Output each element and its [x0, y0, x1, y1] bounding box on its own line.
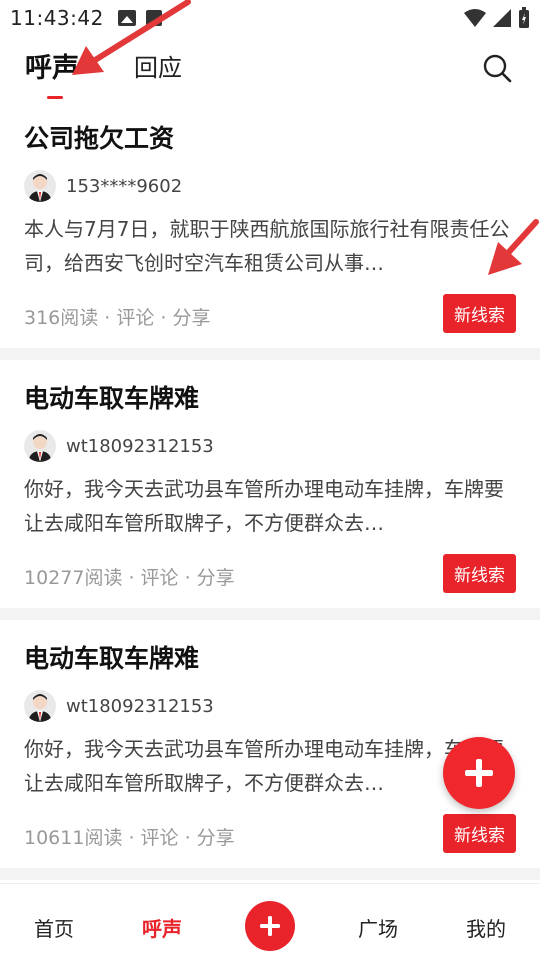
card-stats: 316阅读 · 评论 · 分享: [24, 306, 211, 329]
card-author: 153****9602: [24, 162, 516, 210]
status-bar: 11:43:42: [0, 0, 540, 36]
floating-add-button[interactable]: [443, 737, 515, 809]
document-icon: [145, 10, 162, 26]
card-body: 你好，我今天去武功县车管所办理电动车挂牌，车牌要让去咸阳车管所取牌子，不方便群众…: [24, 477, 504, 535]
author-name: wt18092312153: [66, 435, 214, 457]
top-tab-bar: 呼声 回应: [0, 36, 540, 100]
wifi-icon: [464, 9, 486, 27]
nav-square[interactable]: 广场: [358, 913, 398, 942]
nav-mine[interactable]: 我的: [466, 913, 506, 942]
card-divider: [0, 868, 540, 880]
card-title: 电动车取车牌难: [24, 384, 200, 413]
new-lead-button[interactable]: 新线索: [443, 294, 516, 333]
feed-card[interactable]: 公司拖欠工资 153****9602 本人与7月7日，就职于陕西航旅国际旅行社有…: [0, 100, 540, 348]
bottom-nav: 首页 呼声 广场 我的: [0, 883, 540, 960]
card-body: 本人与7月7日，就职于陕西航旅国际旅行社有限责任公司，给西安飞创时空汽车租赁公司…: [24, 217, 510, 275]
card-stats: 10277阅读 · 评论 · 分享: [24, 566, 235, 589]
avatar-icon: [24, 430, 56, 462]
card-author: wt18092312153: [24, 422, 516, 470]
search-icon[interactable]: [482, 53, 512, 83]
card-title: 电动车取车牌难: [24, 644, 200, 673]
author-name: 153****9602: [66, 175, 183, 197]
image-icon: [117, 10, 136, 26]
card-title: 公司拖欠工资: [24, 124, 175, 153]
nav-voice[interactable]: 呼声: [142, 913, 182, 942]
card-body: 你好，我今天去武功县车管所办理电动车挂牌，车牌要让去咸阳车管所取牌子，不方便群众…: [24, 737, 504, 795]
author-name: wt18092312153: [66, 695, 214, 717]
plus-icon: [465, 759, 493, 787]
avatar-icon: [24, 690, 56, 722]
card-stats: 10611阅读 · 评论 · 分享: [24, 826, 235, 849]
new-lead-button[interactable]: 新线索: [443, 554, 516, 593]
tab-voice[interactable]: 呼声: [25, 46, 79, 85]
tab-response[interactable]: 回应: [134, 48, 182, 83]
card-divider: [0, 608, 540, 620]
tab-indicator: [47, 96, 63, 99]
card-author: wt18092312153: [24, 682, 516, 730]
signal-icon: [493, 9, 511, 27]
card-divider: [0, 348, 540, 360]
plus-icon: [260, 916, 280, 936]
nav-publish-button[interactable]: [245, 901, 295, 951]
feed-card[interactable]: 电动车取车牌难 wt18092312153 你好，我今天去武功县车管所办理电动车…: [0, 360, 540, 608]
new-lead-button[interactable]: 新线索: [443, 814, 516, 853]
status-time: 11:43:42: [10, 6, 104, 30]
avatar-icon: [24, 170, 56, 202]
nav-home[interactable]: 首页: [34, 913, 74, 942]
battery-icon: [519, 7, 529, 28]
